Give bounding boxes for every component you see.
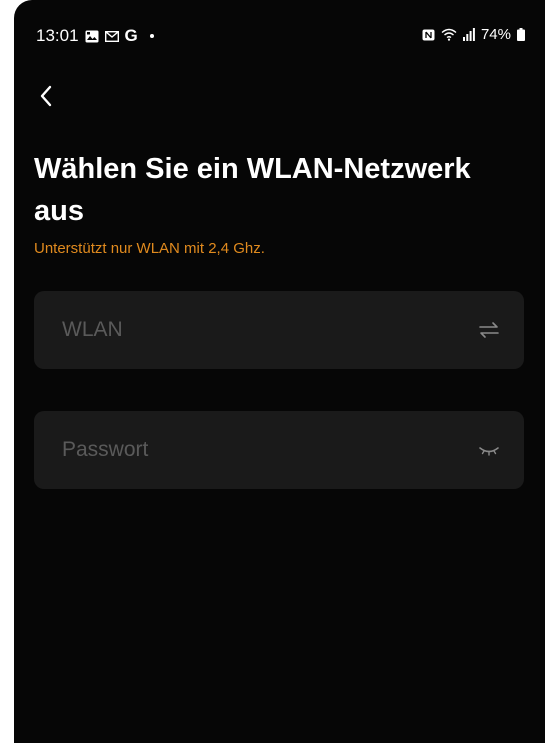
status-bar-left: 13:01 G (36, 26, 154, 46)
wifi-network-input[interactable] (34, 291, 454, 369)
dot-icon (149, 34, 154, 38)
gallery-icon (85, 30, 99, 43)
chevron-left-icon (39, 85, 53, 107)
back-button[interactable] (32, 80, 60, 112)
signal-icon (462, 28, 475, 41)
status-bar: 13:01 G 74% (14, 26, 545, 50)
eye-closed-icon (478, 443, 500, 457)
google-icon: G (124, 26, 138, 45)
status-bar-right: 74% (422, 26, 525, 43)
wifi-network-field[interactable] (34, 291, 524, 369)
phone-screen: 13:01 G 74% Wählen Sie ein WLAN-Netzwerk… (14, 0, 545, 743)
wifi-icon (441, 28, 457, 41)
gmail-icon (104, 30, 119, 42)
nfc-icon (422, 29, 435, 41)
page-title: Wählen Sie ein WLAN-Netzwerk aus (34, 153, 471, 227)
battery-percent: 74% (480, 26, 511, 43)
toggle-password-visibility-button[interactable] (476, 437, 502, 463)
page-subtitle: Unterstützt nur WLAN mit 2,4 Ghz. (34, 240, 265, 257)
switch-network-button[interactable] (476, 317, 502, 343)
status-time: 13:01 (36, 26, 79, 45)
battery-icon (517, 28, 525, 41)
password-field[interactable] (34, 411, 524, 489)
password-input[interactable] (34, 411, 454, 489)
switch-arrows-icon (478, 321, 500, 339)
